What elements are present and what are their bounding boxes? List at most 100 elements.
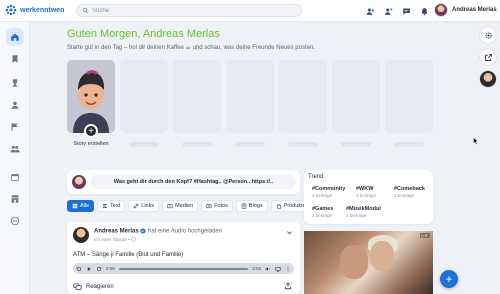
avatar: [72, 175, 86, 189]
trend-count: 1 beiträge: [312, 213, 333, 218]
story-placeholder: [385, 60, 433, 133]
react-button[interactable]: Reagieren: [73, 282, 114, 291]
add-story-button[interactable]: +: [84, 124, 98, 138]
user-name: Andreas Merlas: [452, 7, 497, 13]
story-placeholder: [226, 60, 274, 133]
bell-icon[interactable]: [418, 5, 430, 17]
filter-label: Links: [141, 203, 155, 209]
filter-label: Fotos: [214, 203, 228, 209]
volume-icon[interactable]: [265, 266, 271, 272]
settings-button[interactable]: [479, 26, 497, 44]
avatar[interactable]: [73, 227, 89, 243]
filter-label: Produkte: [283, 203, 306, 209]
right-rail: [478, 22, 500, 294]
trophy-icon: [12, 79, 18, 87]
bookmark-icon: [12, 55, 18, 63]
filter-blogs[interactable]: Blogs: [235, 200, 268, 212]
text-icon: [103, 204, 108, 208]
chat-icon[interactable]: [400, 5, 412, 17]
home-icon: [11, 33, 19, 41]
create-story-card[interactable]: [67, 60, 115, 133]
sidebar-item-groups[interactable]: [6, 96, 24, 114]
create-post-button[interactable]: +: [440, 270, 458, 288]
blog-icon: [241, 203, 247, 209]
more-icon: [10, 216, 20, 226]
grid-icon: [72, 203, 78, 209]
open-external-button[interactable]: [479, 48, 497, 66]
ad-person: [340, 245, 368, 279]
gear-icon: [484, 31, 492, 39]
trend-item[interactable]: #Community 4 beiträge: [312, 186, 345, 198]
search-input[interactable]: [92, 7, 292, 14]
sidebar-item-bookmarks[interactable]: [6, 50, 24, 68]
sidebar-item-people[interactable]: [6, 140, 24, 158]
composer-input[interactable]: Was geht dir durch den Kopf? #Hashtag.. …: [91, 174, 296, 189]
story-label: Story erstellen: [73, 141, 109, 147]
filter-text[interactable]: Text: [97, 200, 126, 212]
mouse-cursor-icon: [473, 137, 479, 145]
story-placeholder-line: [129, 142, 159, 147]
trend-item[interactable]: #WKW 4 beiträge: [356, 186, 376, 198]
sidebar-item-marketplace[interactable]: [6, 190, 24, 208]
post-author[interactable]: Andreas Merlas: [94, 229, 139, 235]
forward-icon[interactable]: [96, 266, 102, 272]
react-icon: [73, 283, 82, 290]
filter-label: Text: [110, 203, 121, 209]
user-menu[interactable]: Andreas Merlas: [434, 3, 497, 17]
trend-item[interactable]: #MusikModul 1 beiträge: [346, 206, 381, 218]
group-icon: [11, 101, 19, 109]
search-icon: [82, 7, 89, 14]
share-icon[interactable]: [284, 282, 292, 290]
sponsored-image[interactable]: ▷✕: [304, 231, 433, 294]
audio-current-time: 0:00: [106, 266, 115, 271]
friends-icon[interactable]: [382, 5, 394, 17]
trend-item[interactable]: #Comeback 3 beiträge: [394, 186, 425, 198]
more-options-icon[interactable]: [285, 266, 291, 272]
post-timestamp: vor einer Stunde •: [94, 237, 136, 242]
replay-icon[interactable]: [76, 266, 82, 272]
feed-post: Andreas Merlas hat eine Audio hochgelade…: [67, 222, 300, 294]
sidebar-item-more[interactable]: [6, 212, 24, 230]
trend-count: 3 beiträge: [394, 193, 415, 198]
photo-icon: [206, 203, 212, 209]
product-icon: [276, 204, 281, 209]
trend-tag: #Games: [312, 206, 334, 212]
trend-item[interactable]: #Games 1 beiträge: [312, 206, 333, 218]
trend-tag: #MusikModul: [346, 206, 381, 212]
react-label: Reagieren: [86, 283, 114, 290]
trend-count: 4 beiträge: [312, 193, 333, 198]
story-placeholder: [173, 60, 221, 133]
post-text: ATM – Sänge ji Familie (Blut und Familie…: [73, 252, 184, 258]
avatar: [434, 3, 448, 17]
verified-icon: [140, 228, 146, 234]
sidebar-item-events[interactable]: [6, 168, 24, 186]
story-placeholder: [279, 60, 327, 133]
search-bar[interactable]: [76, 4, 302, 17]
contact-avatar[interactable]: [479, 70, 497, 88]
filter-media[interactable]: Medien: [162, 200, 199, 212]
story-placeholder-line: [288, 142, 318, 147]
post-composer: Was geht dir durch den Kopf? #Hashtag.. …: [67, 170, 300, 194]
brand-logo[interactable]: werkenntwen: [5, 4, 64, 16]
story-placeholder-line: [341, 142, 371, 147]
trend-count: 4 beiträge: [356, 193, 377, 198]
top-bar: werkenntwen Andreas Merlas: [0, 0, 500, 22]
post-header: Andreas Merlas hat eine Audio hochgelade…: [94, 228, 222, 235]
people-icon[interactable]: [364, 5, 376, 17]
audio-duration: 2:03: [252, 266, 261, 271]
sidebar-item-awards[interactable]: [6, 74, 24, 92]
play-icon[interactable]: [86, 266, 92, 272]
ad-choices-icon[interactable]: ▷✕: [419, 233, 430, 238]
filter-all[interactable]: Alle: [67, 200, 95, 212]
trend-count: 1 beiträge: [346, 213, 367, 218]
sidebar-item-pages[interactable]: [6, 118, 24, 136]
chevron-down-icon[interactable]: [286, 229, 293, 236]
filter-label: Medien: [175, 203, 194, 209]
filter-photos[interactable]: Fotos: [201, 200, 233, 212]
audio-progress-track[interactable]: [118, 267, 249, 270]
flag-icon: [11, 123, 18, 131]
screen-icon[interactable]: [275, 266, 281, 272]
sidebar-item-home[interactable]: [6, 28, 24, 46]
filter-links[interactable]: Links: [128, 200, 160, 212]
story-placeholder: [332, 60, 380, 133]
